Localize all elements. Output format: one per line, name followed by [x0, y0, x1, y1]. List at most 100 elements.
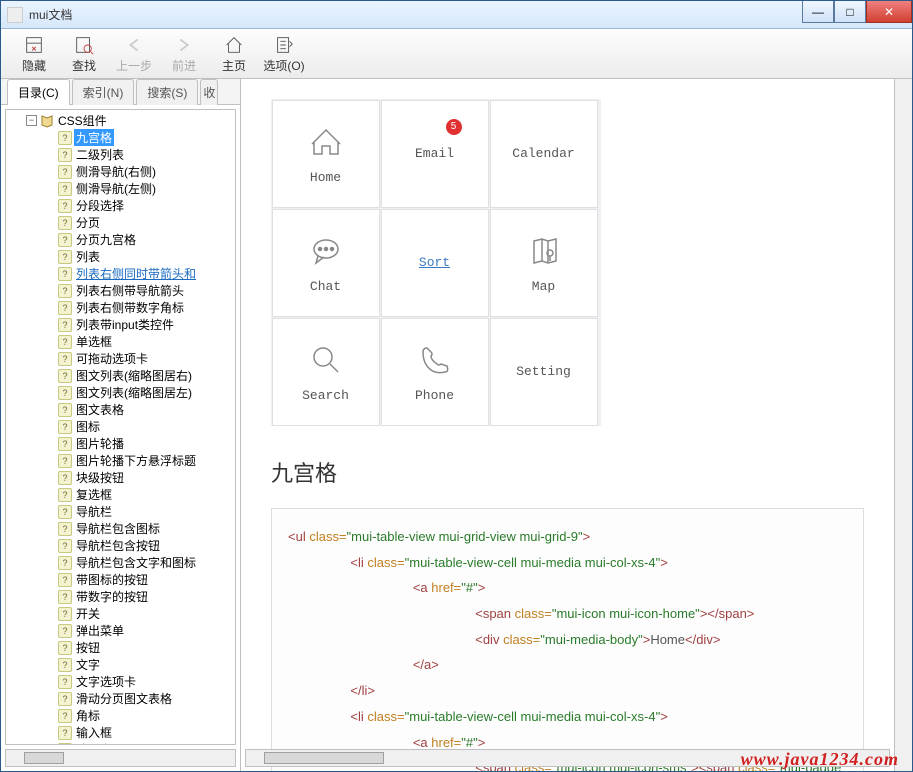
cell-label: Email — [415, 146, 454, 161]
minimize-button[interactable]: — — [802, 1, 834, 23]
grid-cell-setting[interactable]: Setting — [490, 318, 598, 426]
grid-cell-email[interactable]: 5 Email — [381, 100, 489, 208]
grid-cell-home[interactable]: Home — [272, 100, 380, 208]
tree-item[interactable]: ?分段选择 — [8, 197, 233, 214]
tree-item[interactable]: ?图标 — [8, 418, 233, 435]
help-icon: ? — [58, 590, 72, 604]
app-icon — [7, 7, 23, 23]
map-icon — [528, 231, 560, 271]
hide-icon — [23, 33, 45, 57]
tree-item[interactable]: ?带图标的按钮 — [8, 571, 233, 588]
close-button[interactable]: ✕ — [866, 1, 912, 23]
tree-item[interactable]: ?九宫格 — [8, 129, 233, 146]
maximize-button[interactable]: □ — [834, 1, 866, 23]
tree-item[interactable]: ?二级列表 — [8, 146, 233, 163]
grid-cell-sort[interactable]: Sort — [381, 209, 489, 317]
tree-item[interactable]: ?列表右侧带数字角标 — [8, 299, 233, 316]
help-icon: ? — [58, 454, 72, 468]
sidebar-hscroll[interactable] — [5, 749, 236, 767]
tab-favorites[interactable]: 收 — [200, 79, 218, 105]
tree-item[interactable]: ?块级按钮 — [8, 469, 233, 486]
window-buttons: — □ ✕ — [802, 1, 912, 23]
grid-cell-search[interactable]: Search — [272, 318, 380, 426]
back-icon — [123, 33, 145, 57]
tree-item[interactable]: ?复选框 — [8, 486, 233, 503]
help-icon: ? — [58, 709, 72, 723]
help-icon: ? — [58, 199, 72, 213]
tree-item[interactable]: ?侧滑导航(右侧) — [8, 163, 233, 180]
tree-item[interactable]: ?弹出菜单 — [8, 622, 233, 639]
app-window: mui文档 — □ ✕ 隐藏 查找 上一步 前进 主页 选项(O — [0, 0, 913, 772]
tab-contents[interactable]: 目录(C) — [7, 79, 70, 105]
find-button[interactable]: 查找 — [59, 33, 109, 74]
help-icon: ? — [58, 505, 72, 519]
back-button[interactable]: 上一步 — [109, 33, 159, 74]
help-icon: ? — [58, 675, 72, 689]
tree-item[interactable]: ?可拖动选项卡 — [8, 350, 233, 367]
tree-item[interactable]: ?列表 — [8, 248, 233, 265]
tree-item[interactable]: ?滑动分页图文表格 — [8, 690, 233, 707]
tree-item[interactable]: ?图文表格 — [8, 401, 233, 418]
cell-label: Sort — [419, 255, 450, 270]
tree-item[interactable]: ?角标 — [8, 707, 233, 724]
tree-item[interactable]: ?图文列表(缩略图居右) — [8, 367, 233, 384]
tree-item[interactable]: ?导航栏 — [8, 503, 233, 520]
tree-item[interactable]: ?图片轮播下方悬浮标题 — [8, 452, 233, 469]
options-button[interactable]: 选项(O) — [259, 33, 309, 74]
grid-cell-map[interactable]: Map — [490, 209, 598, 317]
grid-cell-calendar[interactable]: Calendar — [490, 100, 598, 208]
body: 目录(C) 索引(N) 搜索(S) 收 − CSS组件 ?九宫格?二级列表?侧滑… — [1, 79, 912, 771]
tab-search[interactable]: 搜索(S) — [136, 79, 198, 105]
help-icon: ? — [58, 335, 72, 349]
window-title: mui文档 — [29, 6, 72, 23]
tree-item[interactable]: ?导航栏包含按钮 — [8, 537, 233, 554]
tree-item[interactable]: ?列表右侧同时带箭头和 — [8, 265, 233, 282]
content-pane[interactable]: Home 5 Email Calendar Chat Sort Map Search Phone… — [241, 79, 894, 771]
tab-index[interactable]: 索引(N) — [72, 79, 135, 105]
tree-item[interactable]: ?侧滑导航(左侧) — [8, 180, 233, 197]
help-icon: ? — [58, 692, 72, 706]
tree-item[interactable]: ?列表右侧带导航箭头 — [8, 282, 233, 299]
help-icon: ? — [58, 488, 72, 502]
content-vscroll[interactable] — [894, 79, 912, 771]
tree-item[interactable]: ?文字 — [8, 656, 233, 673]
tree-item[interactable]: ?输入框 — [8, 724, 233, 741]
tree-item[interactable]: ?分页 — [8, 214, 233, 231]
help-icon: ? — [58, 573, 72, 587]
help-icon: ? — [58, 318, 72, 332]
find-icon — [73, 33, 95, 57]
grid-9: Home 5 Email Calendar Chat Sort Map Search Phone… — [271, 99, 601, 426]
tree[interactable]: − CSS组件 ?九宫格?二级列表?侧滑导航(右侧)?侧滑导航(左侧)?分段选择… — [5, 109, 236, 745]
help-icon: ? — [58, 148, 72, 162]
help-icon: ? — [58, 267, 72, 281]
tree-item[interactable]: ?导航栏包含文字和图标 — [8, 554, 233, 571]
tree-item[interactable]: ?图文列表(缩略图居左) — [8, 384, 233, 401]
help-icon: ? — [58, 284, 72, 298]
tree-item[interactable]: ?文字选项卡 — [8, 673, 233, 690]
tree-item[interactable]: ?图片轮播 — [8, 435, 233, 452]
home-icon — [310, 122, 342, 162]
tree-item[interactable]: ?带数字的按钮 — [8, 588, 233, 605]
tree-item[interactable]: ?按钮 — [8, 639, 233, 656]
help-icon: ? — [58, 233, 72, 247]
tree-item[interactable]: ?单选框 — [8, 333, 233, 350]
phone-icon — [419, 340, 451, 380]
help-icon: ? — [58, 216, 72, 230]
badge: 5 — [446, 119, 462, 135]
tree-item[interactable]: ?开关 — [8, 605, 233, 622]
help-icon: ? — [58, 471, 72, 485]
cell-label: Map — [532, 279, 555, 294]
cell-label: Search — [302, 388, 349, 403]
tree-item[interactable]: ?列表带input类控件 — [8, 316, 233, 333]
tree-root[interactable]: − CSS组件 — [8, 112, 233, 129]
collapse-icon[interactable]: − — [26, 115, 37, 126]
tree-item[interactable]: ?导航栏包含图标 — [8, 520, 233, 537]
tree-item[interactable]: ?选项卡 — [8, 741, 233, 745]
tree-item[interactable]: ?分页九宫格 — [8, 231, 233, 248]
grid-cell-phone[interactable]: Phone — [381, 318, 489, 426]
home-button[interactable]: 主页 — [209, 33, 259, 74]
grid-cell-chat[interactable]: Chat — [272, 209, 380, 317]
section-title: 九宫格 — [271, 456, 864, 488]
hide-button[interactable]: 隐藏 — [9, 33, 59, 74]
forward-button[interactable]: 前进 — [159, 33, 209, 74]
